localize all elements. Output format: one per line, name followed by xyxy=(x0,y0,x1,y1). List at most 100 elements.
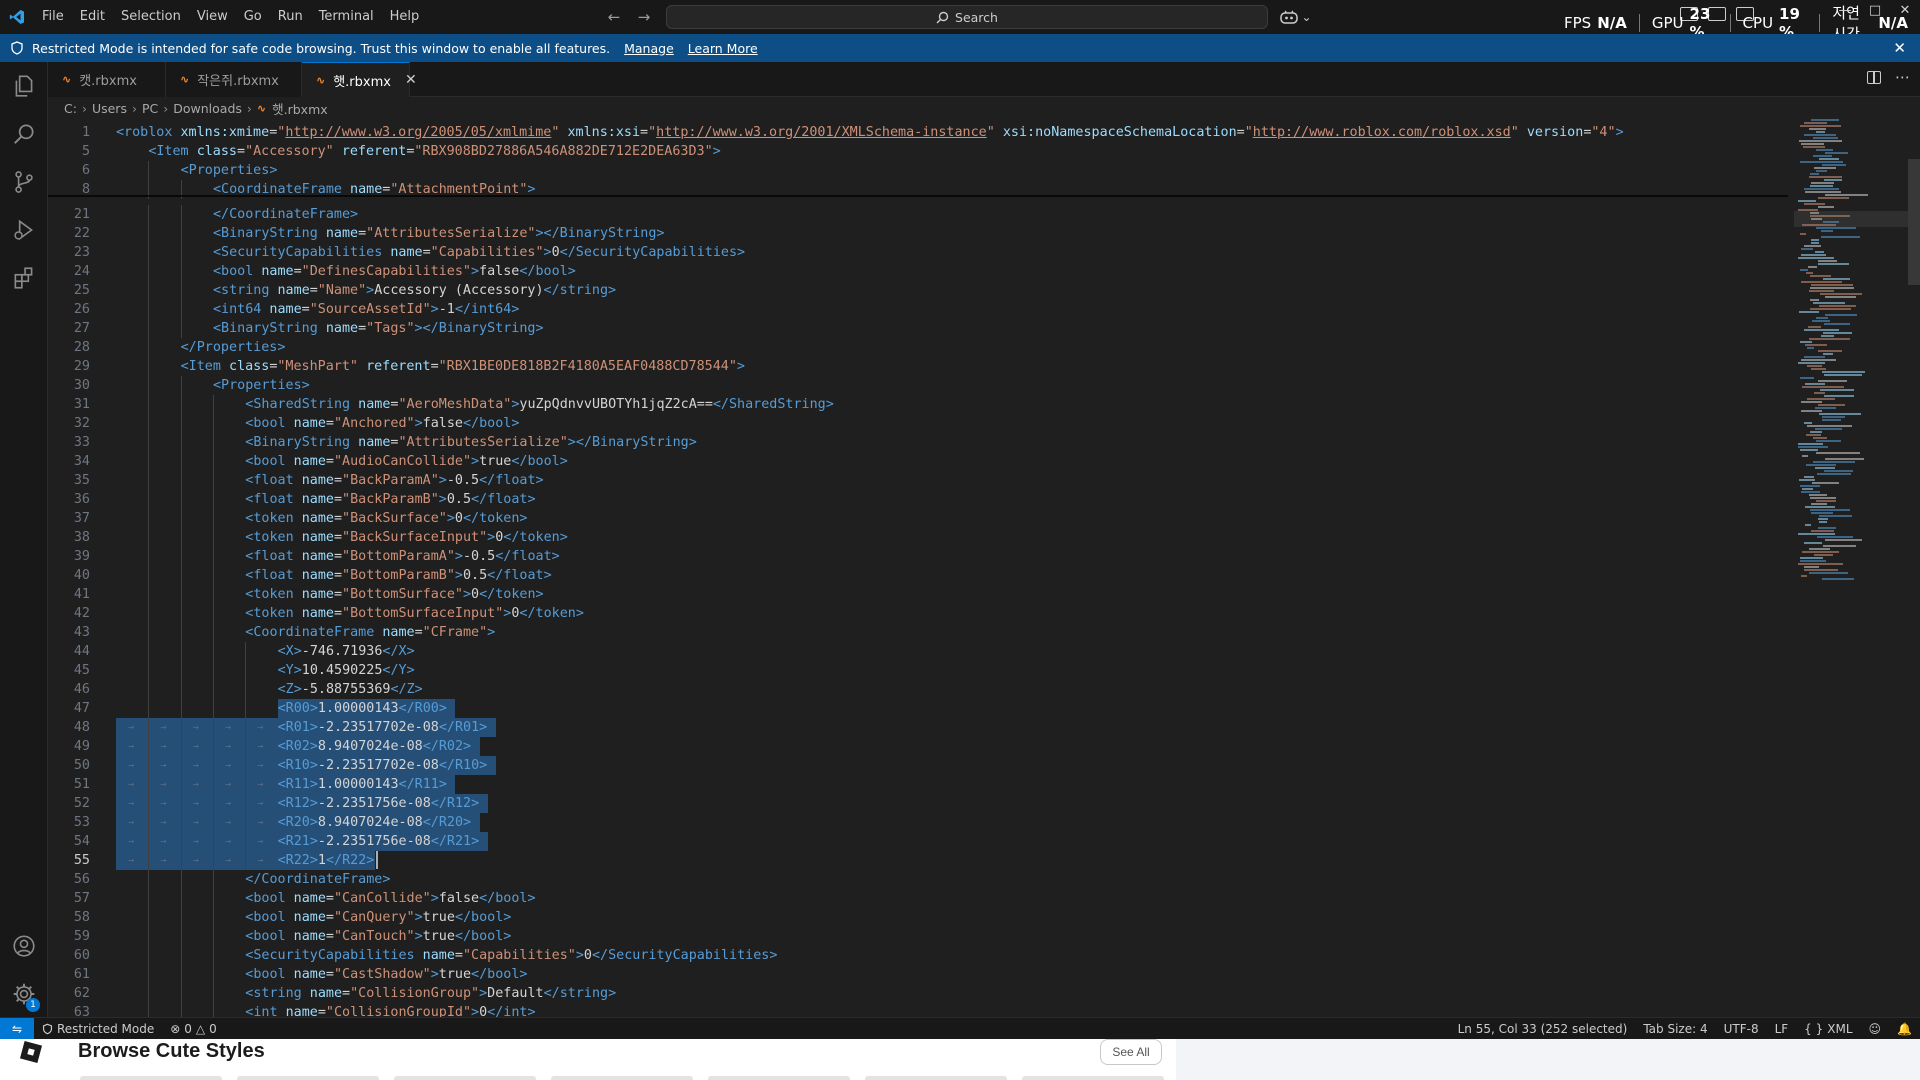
code-line[interactable]: 40 <float name="BottomParamB">0.5</float> xyxy=(48,566,1788,585)
line-number[interactable]: 63 xyxy=(48,1003,90,1017)
code-line[interactable]: 35 <float name="BackParamA">-0.5</float> xyxy=(48,471,1788,490)
line-number[interactable]: 42 xyxy=(48,604,90,623)
forward-arrow-icon[interactable]: → xyxy=(634,6,654,28)
remote-indicator-icon[interactable]: ⇋ xyxy=(0,1017,34,1040)
code-line[interactable]: 46 <Z>-5.88755369</Z> xyxy=(48,680,1788,699)
line-number[interactable]: 26 xyxy=(48,300,90,319)
line-number[interactable]: 55 xyxy=(48,851,90,870)
language-mode[interactable]: { } XML xyxy=(1796,1022,1860,1036)
line-number[interactable]: 39 xyxy=(48,547,90,566)
style-card[interactable] xyxy=(708,1076,850,1080)
code-line[interactable]: 21 </CoordinateFrame> xyxy=(48,205,1788,224)
line-number[interactable]: 28 xyxy=(48,338,90,357)
breadcrumb-item[interactable]: C: xyxy=(64,101,77,116)
accounts-icon[interactable] xyxy=(0,922,48,970)
line-number[interactable]: 62 xyxy=(48,984,90,1003)
line-number[interactable]: 6 xyxy=(48,161,90,180)
code-line[interactable]: 63 <int name="CollisionGroupId">0</int> xyxy=(48,1003,1788,1017)
style-card[interactable] xyxy=(237,1076,379,1080)
explorer-icon[interactable] xyxy=(0,62,48,110)
line-number[interactable]: 48 xyxy=(48,718,90,737)
line-number[interactable]: 5 xyxy=(48,142,90,161)
line-number[interactable]: 46 xyxy=(48,680,90,699)
breadcrumb-item[interactable]: Downloads xyxy=(173,101,242,116)
line-number[interactable]: 51 xyxy=(48,775,90,794)
copilot-status-icon[interactable]: ☺ xyxy=(1861,1022,1890,1036)
cursor-position[interactable]: Ln 55, Col 33 (252 selected) xyxy=(1450,1022,1636,1036)
settings-gear-icon[interactable]: 1 xyxy=(0,970,48,1018)
minimap[interactable] xyxy=(1794,119,1908,1017)
run-and-debug-icon[interactable] xyxy=(0,206,48,254)
tab-small-mouse-rbxmx[interactable]: ∿ 작은쥐.rbxmx xyxy=(166,62,302,97)
problems-status[interactable]: ⊗ 0 △ 0 xyxy=(162,1022,225,1036)
line-number[interactable]: 29 xyxy=(48,357,90,376)
line-number[interactable]: 45 xyxy=(48,661,90,680)
line-number[interactable]: 23 xyxy=(48,243,90,262)
manage-link[interactable]: Manage xyxy=(624,41,674,56)
more-actions-icon[interactable]: ⋯ xyxy=(1895,68,1910,86)
code-line[interactable]: 62 <string name="CollisionGroup">Default<… xyxy=(48,984,1788,1003)
style-card[interactable] xyxy=(80,1076,222,1080)
line-number[interactable]: 33 xyxy=(48,433,90,452)
line-number[interactable]: 59 xyxy=(48,927,90,946)
code-line[interactable]: 32 <bool name="Anchored">false</bool> xyxy=(48,414,1788,433)
code-line[interactable]: 24 <bool name="DefinesCapabilities">false… xyxy=(48,262,1788,281)
learn-more-link[interactable]: Learn More xyxy=(688,41,758,56)
tab-size[interactable]: Tab Size: 4 xyxy=(1635,1022,1715,1036)
end-of-line[interactable]: LF xyxy=(1767,1022,1797,1036)
line-number[interactable]: 50 xyxy=(48,756,90,775)
line-number[interactable]: 49 xyxy=(48,737,90,756)
code-line[interactable]: 42 <token name="BottomSurfaceInput">0</to… xyxy=(48,604,1788,623)
line-number[interactable]: 53 xyxy=(48,813,90,832)
encoding[interactable]: UTF-8 xyxy=(1716,1022,1767,1036)
code-line[interactable]: 43 <CoordinateFrame name="CFrame"> xyxy=(48,623,1788,642)
line-number[interactable]: 52 xyxy=(48,794,90,813)
tab-cat-rbxmx[interactable]: ∿ 캣.rbxmx xyxy=(48,62,166,97)
copilot-menu[interactable]: ⌄ xyxy=(1276,6,1316,28)
line-number[interactable]: 24 xyxy=(48,262,90,281)
line-number[interactable]: 25 xyxy=(48,281,90,300)
breadcrumb-item[interactable]: Users xyxy=(92,101,127,116)
close-icon[interactable]: ✕ xyxy=(1893,39,1906,57)
style-card[interactable] xyxy=(865,1076,1007,1080)
line-number[interactable]: 47 xyxy=(48,699,90,718)
code-line[interactable]: → → → → → 53 <R20>8.9407024e-08</R20> xyxy=(48,813,1788,832)
split-editor-icon[interactable] xyxy=(1867,71,1881,84)
line-number[interactable]: 1 xyxy=(48,123,90,142)
menu-view[interactable]: View xyxy=(189,6,236,28)
line-number[interactable]: 40 xyxy=(48,566,90,585)
code-line[interactable]: 1 <roblox xmlns:xmime="http://www.w3.org/… xyxy=(48,123,1788,142)
code-line[interactable]: 57 <bool name="CanCollide">false</bool> xyxy=(48,889,1788,908)
see-all-button[interactable]: See All xyxy=(1100,1039,1162,1065)
code-line[interactable]: 58 <bool name="CanQuery">true</bool> xyxy=(48,908,1788,927)
code-line[interactable]: 33 <BinaryString name="AttributesSerializ… xyxy=(48,433,1788,452)
line-number[interactable]: 36 xyxy=(48,490,90,509)
code-line[interactable]: 60 <SecurityCapabilities name="Capabiliti… xyxy=(48,946,1788,965)
minimap-viewport[interactable] xyxy=(1794,211,1908,227)
menu-help[interactable]: Help xyxy=(382,6,428,28)
breadcrumb-item[interactable]: 햇.rbxmx xyxy=(272,99,328,118)
notifications-bell-icon[interactable]: 🔔 xyxy=(1889,1022,1920,1036)
code-line[interactable]: 37 <token name="BackSurface">0</token> xyxy=(48,509,1788,528)
line-number[interactable]: 32 xyxy=(48,414,90,433)
line-number[interactable]: 34 xyxy=(48,452,90,471)
code-line[interactable]: 28 </Properties> xyxy=(48,338,1788,357)
code-line[interactable]: 31 <SharedString name="AeroMeshData">yuZp… xyxy=(48,395,1788,414)
code-line[interactable]: 59 <bool name="CanTouch">true</bool> xyxy=(48,927,1788,946)
restricted-mode-status[interactable]: Restricted Mode xyxy=(34,1022,162,1036)
code-line[interactable]: → → → → → 54 <R21>-2.2351756e-08</R21> xyxy=(48,832,1788,851)
code-line[interactable]: 41 <token name="BottomSurface">0</token> xyxy=(48,585,1788,604)
line-number[interactable]: 38 xyxy=(48,528,90,547)
code-line[interactable]: 38 <token name="BackSurfaceInput">0</toke… xyxy=(48,528,1788,547)
line-number[interactable]: 31 xyxy=(48,395,90,414)
line-number[interactable]: 41 xyxy=(48,585,90,604)
line-number[interactable]: 44 xyxy=(48,642,90,661)
menu-selection[interactable]: Selection xyxy=(113,6,189,28)
command-center-search[interactable]: Search xyxy=(666,5,1268,29)
line-number[interactable]: 54 xyxy=(48,832,90,851)
code-line[interactable]: 26 <int64 name="SourceAssetId">-1</int64> xyxy=(48,300,1788,319)
extensions-icon[interactable] xyxy=(0,254,48,302)
code-line[interactable]: 23 <SecurityCapabilities name="Capabiliti… xyxy=(48,243,1788,262)
line-number[interactable]: 57 xyxy=(48,889,90,908)
vertical-scrollbar[interactable] xyxy=(1908,159,1920,285)
